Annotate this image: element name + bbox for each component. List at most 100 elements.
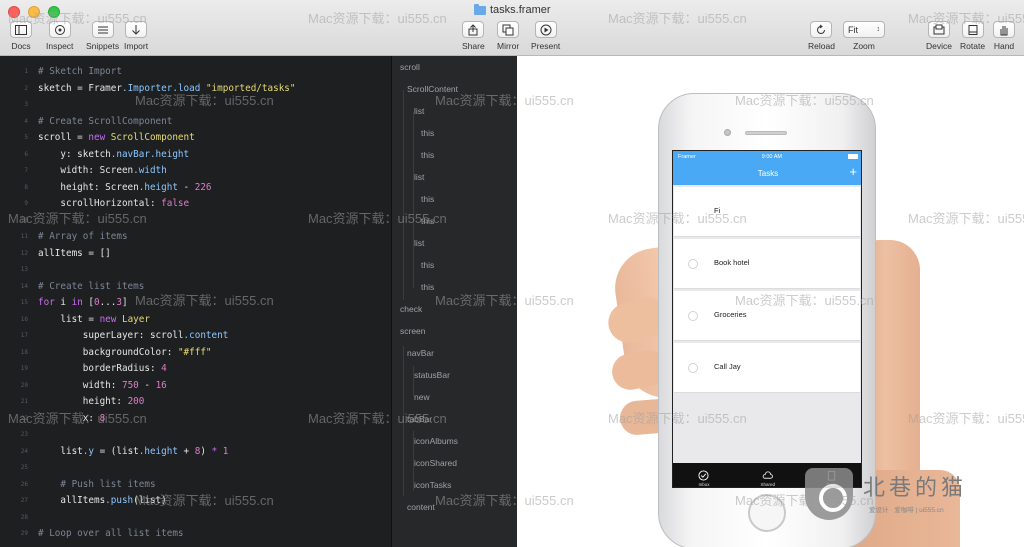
code-editor[interactable]: 1 # Sketch Import 2 sketch = Framer.Importe… xyxy=(0,56,391,547)
mirror-button[interactable]: Mirror xyxy=(497,21,519,51)
chevron-updown-icon: ↕ xyxy=(876,26,881,33)
layer-item[interactable]: iconTasks xyxy=(414,480,451,490)
task-item[interactable]: Groceries xyxy=(674,291,860,341)
reload-button[interactable]: Reload xyxy=(808,21,835,51)
code-line[interactable]: 26 # Push list items xyxy=(0,477,391,493)
code-line[interactable]: 8 height: Screen.height - 226 xyxy=(0,180,391,196)
brand-shield-icon xyxy=(805,468,853,520)
line-number: 12 xyxy=(20,249,28,257)
layer-item[interactable]: iconShared xyxy=(414,458,457,468)
line-number: 24 xyxy=(20,447,28,455)
code-line[interactable]: 18 backgroundColor: "#fff" xyxy=(0,345,391,361)
code-line[interactable]: 1 # Sketch Import xyxy=(0,64,391,80)
layer-item[interactable]: list xyxy=(414,106,424,116)
snippets-button[interactable]: Snippets xyxy=(86,21,119,51)
code-line[interactable]: 22 x: 8 xyxy=(0,411,391,427)
checkbox-icon[interactable] xyxy=(688,311,698,321)
task-item[interactable]: Book hotel xyxy=(674,239,860,289)
code-token: .height xyxy=(138,445,178,457)
code-token: backgroundColor: xyxy=(38,346,178,358)
code-line[interactable]: 3 xyxy=(0,97,391,113)
layer-item[interactable]: ScrollContent xyxy=(407,84,458,94)
code-line[interactable]: 28 xyxy=(0,510,391,526)
code-token: width: Screen xyxy=(38,165,134,176)
add-task-button[interactable]: + xyxy=(849,164,857,179)
line-number: 8 xyxy=(24,183,28,191)
code-line[interactable]: 16 list = new Layer xyxy=(0,312,391,328)
code-line[interactable]: 25 xyxy=(0,460,391,476)
code-line[interactable]: 9 scrollHorizontal: false xyxy=(0,196,391,212)
minimize-window-button[interactable] xyxy=(28,6,40,18)
code-line[interactable]: 19 borderRadius: 4 xyxy=(0,361,391,377)
code-line[interactable]: 27 allItems.push(list) xyxy=(0,493,391,509)
code-token: .content xyxy=(183,330,229,341)
code-line[interactable]: 13 xyxy=(0,262,391,278)
inspect-button[interactable]: Inspect xyxy=(46,21,73,51)
docs-button[interactable]: Docs xyxy=(10,21,32,51)
check-circle-icon xyxy=(698,470,710,481)
code-line[interactable]: 10 xyxy=(0,213,391,229)
code-line[interactable]: 21 height: 200 xyxy=(0,394,391,410)
code-line[interactable]: 6 y: sketch.navBar.height xyxy=(0,147,391,163)
code-line[interactable]: 17 superLayer: scroll.content xyxy=(0,328,391,344)
code-line[interactable]: 15 for i in [0...3] xyxy=(0,295,391,311)
checkbox-icon[interactable] xyxy=(688,363,698,373)
code-line[interactable]: 11 # Array of items xyxy=(0,229,391,245)
device-button[interactable]: Device xyxy=(926,21,952,51)
task-item[interactable]: Fi xyxy=(674,187,860,237)
rotate-button[interactable]: Rotate xyxy=(960,21,985,51)
code-line[interactable]: 24 list.y = (list.height + 8) * 1 xyxy=(0,444,391,460)
present-button[interactable]: Present xyxy=(531,21,560,51)
code-line[interactable]: 29 # Loop over all list items xyxy=(0,526,391,542)
line-number: 18 xyxy=(20,348,28,356)
layer-item[interactable]: tabBar xyxy=(407,414,432,424)
code-line[interactable]: 12 allItems = [] xyxy=(0,246,391,262)
code-line[interactable]: 5 scroll = new ScrollComponent xyxy=(0,130,391,146)
layer-item[interactable]: this xyxy=(421,128,434,138)
share-button[interactable]: Share xyxy=(462,21,485,51)
import-button[interactable]: Import xyxy=(124,21,148,51)
layer-item[interactable]: screen xyxy=(400,326,426,336)
close-window-button[interactable] xyxy=(8,6,20,18)
code-text: scroll = new ScrollComponent xyxy=(38,130,195,146)
code-line[interactable]: 20 width: 750 - 16 xyxy=(0,378,391,394)
target-icon xyxy=(48,21,71,38)
checkbox-icon[interactable] xyxy=(688,259,698,269)
layer-item[interactable]: this xyxy=(421,216,434,226)
layer-item[interactable]: iconAlbums xyxy=(414,436,458,446)
tab-shared[interactable]: Shared xyxy=(760,470,775,487)
line-number: 13 xyxy=(20,266,28,273)
code-line[interactable]: 4 # Create ScrollComponent xyxy=(0,114,391,130)
home-button[interactable] xyxy=(748,494,786,532)
layer-item[interactable]: list xyxy=(414,238,424,248)
code-line[interactable]: 2 sketch = Framer.Importer.load "imported… xyxy=(0,81,391,97)
code-token: list = xyxy=(38,313,100,325)
window-toolbar: tasks.framer Docs Inspect Snippets Impor… xyxy=(0,0,1024,56)
tab-inbox[interactable]: Inbox xyxy=(698,470,710,487)
line-number: 25 xyxy=(20,464,28,471)
layer-item[interactable]: new xyxy=(414,392,430,402)
layer-item[interactable]: scroll xyxy=(400,62,420,72)
code-line[interactable]: 23 xyxy=(0,427,391,443)
task-item[interactable]: Call Jay xyxy=(674,343,860,393)
layer-item[interactable]: statusBar xyxy=(414,370,450,380)
code-line[interactable]: 7 width: Screen.width xyxy=(0,163,391,179)
layer-item[interactable]: check xyxy=(400,304,422,314)
code-text: width: Screen.width xyxy=(38,163,166,179)
layer-item[interactable]: this xyxy=(421,282,434,292)
code-token: height: xyxy=(38,396,128,407)
layer-item[interactable]: list xyxy=(414,172,424,182)
layer-item[interactable]: this xyxy=(421,150,434,160)
status-time: 9:00 AM xyxy=(761,153,782,160)
layer-item[interactable]: this xyxy=(421,194,434,204)
hand-button[interactable]: Hand xyxy=(993,21,1015,51)
zoom-select[interactable]: Fit ↕ Zoom xyxy=(843,21,885,51)
battery-icon xyxy=(847,154,858,159)
zoom-window-button[interactable] xyxy=(48,6,60,18)
code-line[interactable]: 14 # Create list items xyxy=(0,279,391,295)
layer-item[interactable]: content xyxy=(407,502,435,512)
line-number: 7 xyxy=(24,167,28,174)
layer-item[interactable]: this xyxy=(421,260,434,270)
layer-item[interactable]: navBar xyxy=(407,348,434,358)
brand-name: 北巷的猫 xyxy=(863,476,968,501)
